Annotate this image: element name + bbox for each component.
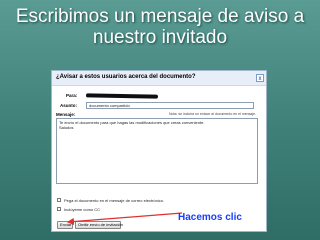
cc-me-checkbox[interactable] [57, 207, 61, 211]
invite-dialog: ¿Avisar a estos usuarios acerca del docu… [51, 70, 267, 232]
to-label: Para: [66, 93, 78, 98]
slide-title: Escribimos un mensaje de aviso a nuestro… [0, 6, 320, 48]
link-note: Nota: se incluirá un enlace al documento… [169, 112, 256, 116]
dialog-title: ¿Avisar a estos usuarios acerca del docu… [56, 74, 196, 80]
message-label: Mensaje: [56, 112, 76, 117]
redacted-recipient [85, 93, 159, 99]
message-textarea[interactable]: Te envío el documento para que hagas las… [56, 118, 258, 184]
subject-input[interactable]: documento compartido [86, 102, 254, 109]
close-icon[interactable]: x [256, 74, 264, 82]
slide-title-line-1: Escribimos un mensaje de aviso a [15, 6, 305, 27]
skip-invitation-button[interactable]: Omitir envío de invitación [75, 221, 123, 229]
subject-label: Asunto: [60, 103, 77, 108]
slide-title-line-2: nuestro invitado [92, 27, 228, 48]
paste-document-checkbox[interactable] [57, 198, 61, 202]
cc-me-label: Inclúyeme como CC [64, 207, 101, 212]
send-button[interactable]: Enviar [57, 221, 73, 229]
click-annotation: Hacemos clic [178, 212, 242, 223]
dialog-header: ¿Avisar a estos usuarios acerca del docu… [52, 71, 266, 86]
message-line-2: Saludos [59, 125, 74, 130]
paste-document-label: Pega el documento en el mensaje de corre… [64, 198, 165, 203]
